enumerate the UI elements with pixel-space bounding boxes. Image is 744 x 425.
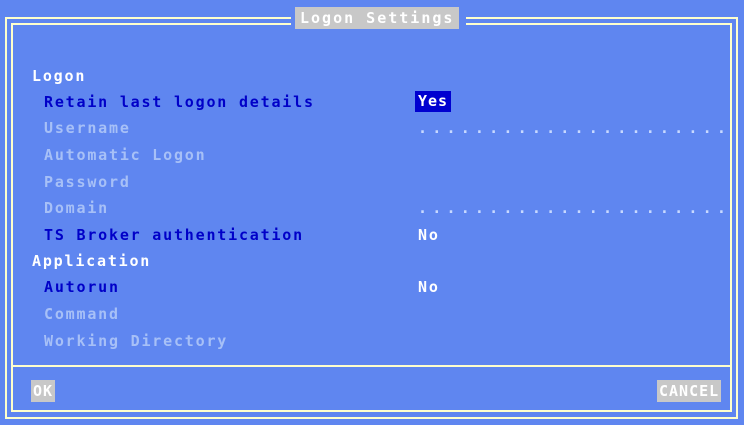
automatic-logon-label: Automatic Logon [44, 146, 207, 164]
username-label: Username [44, 119, 131, 137]
section-logon: Logon [32, 67, 87, 85]
working-directory-label: Working Directory [44, 332, 229, 350]
frame-left [5, 17, 7, 419]
username-field[interactable]: ...................... [418, 118, 731, 138]
frame-right [736, 17, 738, 419]
frame-inner-top-left [11, 23, 291, 25]
frame-inner-top-right [466, 23, 732, 25]
command-label: Command [44, 305, 120, 323]
section-application: Application [32, 252, 152, 270]
button-separator [11, 365, 732, 367]
cancel-button[interactable]: CANCEL [657, 380, 722, 402]
ts-broker-value[interactable]: No [418, 225, 440, 245]
frame-top-right [466, 17, 738, 19]
ts-broker-label: TS Broker authentication [44, 226, 304, 244]
frame-bottom [5, 417, 738, 419]
frame-top-left [5, 17, 291, 19]
autorun-value[interactable]: No [418, 277, 440, 297]
domain-label: Domain [44, 199, 109, 217]
domain-field[interactable]: ...................... [418, 198, 731, 218]
frame-inner-left [11, 23, 13, 412]
dialog-title: Logon Settings [295, 7, 460, 29]
autorun-label: Autorun [44, 278, 120, 296]
logon-settings-dialog: Logon Settings Logon Retain last logon d… [0, 0, 744, 425]
retain-logon-label: Retain last logon details [44, 93, 315, 111]
frame-inner-bottom [11, 410, 732, 412]
retain-logon-value[interactable]: Yes [415, 91, 452, 112]
ok-button[interactable]: OK [31, 380, 56, 402]
password-label: Password [44, 173, 131, 191]
